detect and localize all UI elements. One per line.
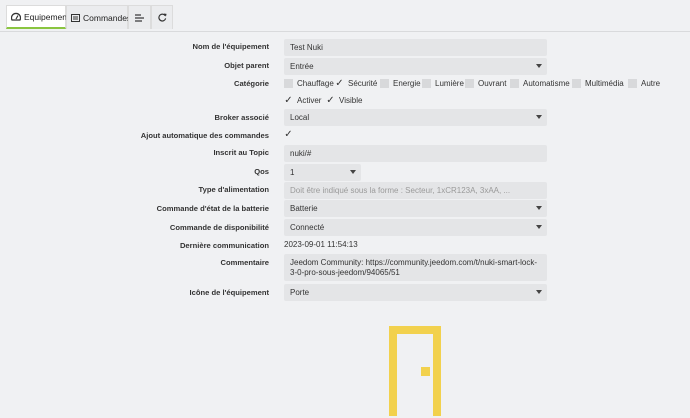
- qos-value: 1: [290, 168, 295, 177]
- alimentation-input[interactable]: Doit être indiqué sous la forme : Secteu…: [284, 182, 547, 199]
- tachometer-icon: [11, 12, 21, 21]
- checkbox-chauffage[interactable]: [284, 79, 293, 88]
- icone-select[interactable]: Porte: [284, 284, 547, 301]
- batterie-value: Batterie: [290, 204, 318, 213]
- category-label: Autre: [641, 79, 661, 88]
- nom-value: Test Nuki: [290, 43, 323, 52]
- checkmark-icon[interactable]: ✓: [284, 130, 293, 140]
- category-automatisme[interactable]: Automatisme: [510, 79, 570, 88]
- icone-label: Icône de l'équipement: [189, 288, 269, 297]
- nom-label: Nom de l'équipement: [192, 42, 270, 51]
- broker-value: Local: [290, 113, 310, 122]
- tab-commandes[interactable]: Commandes: [66, 5, 132, 29]
- tab-equipement-label: Equipement: [24, 11, 70, 22]
- checkmark-icon[interactable]: ✓: [326, 96, 335, 106]
- batterie-select[interactable]: Batterie: [284, 200, 547, 217]
- checkbox-energie[interactable]: [380, 79, 389, 88]
- nom-input[interactable]: Test Nuki: [284, 39, 547, 56]
- tab-equipement[interactable]: Equipement: [6, 5, 70, 29]
- objet-parent-value: Entrée: [290, 62, 314, 71]
- disponibilite-label: Commande de disponibilité: [169, 223, 269, 232]
- commentaire-textarea[interactable]: Jeedom Community: https://community.jeed…: [284, 254, 547, 281]
- category-label: Energie: [393, 79, 421, 88]
- checkbox-automatisme[interactable]: [510, 79, 519, 88]
- objet-parent-select[interactable]: Entrée: [284, 58, 547, 75]
- category-label: Chauffage: [297, 79, 334, 88]
- list-alt-icon: [71, 13, 80, 22]
- chevron-down-icon: [350, 170, 356, 174]
- category-label: Sécurité: [348, 79, 378, 88]
- tab-advanced[interactable]: [128, 5, 151, 29]
- chevron-down-icon: [536, 115, 542, 119]
- visible-toggle[interactable]: ✓ Visible: [326, 96, 363, 106]
- activer-toggle[interactable]: ✓ Activer: [284, 96, 322, 106]
- category-multimedia[interactable]: Multimédia: [572, 79, 624, 88]
- derniere-comm-value: 2023-09-01 11:54:13: [284, 240, 358, 249]
- ajout-auto-toggle[interactable]: ✓: [284, 130, 293, 140]
- ajout-auto-label: Ajout automatique des commandes: [140, 131, 269, 140]
- category-chauffage[interactable]: Chauffage: [284, 79, 334, 88]
- broker-select[interactable]: Local: [284, 109, 547, 126]
- batterie-label: Commande d'état de la batterie: [156, 204, 269, 213]
- tab-refresh[interactable]: [151, 5, 173, 29]
- tab-commandes-label: Commandes: [83, 12, 132, 23]
- door-icon: [389, 326, 441, 418]
- categorie-label: Catégorie: [233, 79, 269, 88]
- category-label: Automatisme: [523, 79, 570, 88]
- objet-parent-label: Objet parent: [224, 61, 269, 70]
- alimentation-label: Type d'alimentation: [198, 185, 269, 194]
- checkmark-icon[interactable]: ✓: [284, 96, 293, 106]
- category-label: Lumière: [435, 79, 464, 88]
- tab-bar: Equipement Commandes: [0, 0, 690, 32]
- category-lumiere[interactable]: Lumière: [422, 79, 464, 88]
- category-autre[interactable]: Autre: [628, 79, 660, 88]
- category-label: Multimédia: [585, 79, 624, 88]
- activer-label: Activer: [297, 96, 322, 105]
- alimentation-placeholder: Doit être indiqué sous la forme : Secteu…: [290, 186, 511, 195]
- commentaire-label: Commentaire: [220, 258, 269, 267]
- chevron-down-icon: [536, 64, 542, 68]
- commentaire-line-1: Jeedom Community: https://community.jeed…: [290, 257, 538, 267]
- broker-label: Broker associé: [214, 113, 269, 122]
- checkbox-ouvrant[interactable]: [465, 79, 474, 88]
- category-ouvrant[interactable]: Ouvrant: [465, 79, 506, 88]
- topic-label: Inscrit au Topic: [213, 148, 269, 157]
- disponibilite-value: Connecté: [290, 223, 325, 232]
- refresh-icon: [157, 13, 167, 22]
- category-securite[interactable]: ✓ Sécurité: [335, 79, 378, 89]
- checkbox-autre[interactable]: [628, 79, 637, 88]
- list-icon: [135, 13, 144, 22]
- commentaire-line-2: 3-0-pro-sous-jeedom/94065/51: [290, 267, 400, 277]
- chevron-down-icon: [536, 206, 542, 210]
- chevron-down-icon: [536, 225, 542, 229]
- qos-select[interactable]: 1: [284, 164, 361, 181]
- disponibilite-select[interactable]: Connecté: [284, 219, 547, 236]
- checkmark-icon[interactable]: ✓: [335, 79, 344, 89]
- category-label: Ouvrant: [478, 79, 507, 88]
- visible-label: Visible: [339, 96, 363, 105]
- topic-value: nuki/#: [290, 149, 312, 158]
- icone-value: Porte: [290, 288, 310, 297]
- checkbox-lumiere[interactable]: [422, 79, 431, 88]
- derniere-comm-label: Dernière communication: [179, 241, 269, 250]
- topic-input[interactable]: nuki/#: [284, 145, 547, 162]
- checkbox-multimedia[interactable]: [572, 79, 581, 88]
- chevron-down-icon: [536, 290, 542, 294]
- category-energie[interactable]: Energie: [380, 79, 421, 88]
- qos-label: Qos: [254, 167, 269, 176]
